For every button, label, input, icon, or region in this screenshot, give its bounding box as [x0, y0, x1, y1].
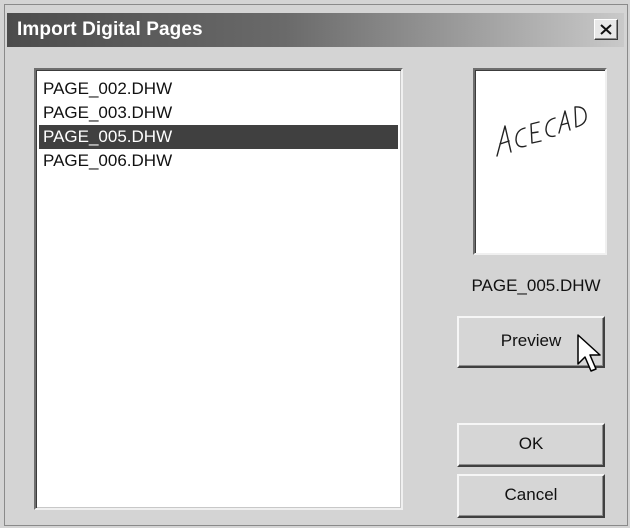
dialog-title: Import Digital Pages	[17, 19, 203, 40]
close-button[interactable]	[594, 19, 618, 40]
title-bar[interactable]: Import Digital Pages	[7, 13, 624, 47]
close-icon	[600, 24, 612, 35]
page-preview-thumbnail	[473, 68, 607, 255]
list-item[interactable]: PAGE_003.DHW	[39, 101, 398, 125]
handwriting-preview-image	[496, 106, 587, 157]
cancel-button[interactable]: Cancel	[457, 474, 605, 518]
list-item[interactable]: PAGE_006.DHW	[39, 149, 398, 173]
page-file-list[interactable]: PAGE_002.DHW PAGE_003.DHW PAGE_005.DHW P…	[34, 68, 403, 510]
preview-file-name: PAGE_005.DHW	[471, 276, 601, 295]
list-item-selected[interactable]: PAGE_005.DHW	[39, 125, 398, 149]
list-item[interactable]: PAGE_002.DHW	[39, 77, 398, 101]
mouse-pointer-icon	[577, 334, 603, 383]
ok-button[interactable]: OK	[457, 423, 605, 467]
